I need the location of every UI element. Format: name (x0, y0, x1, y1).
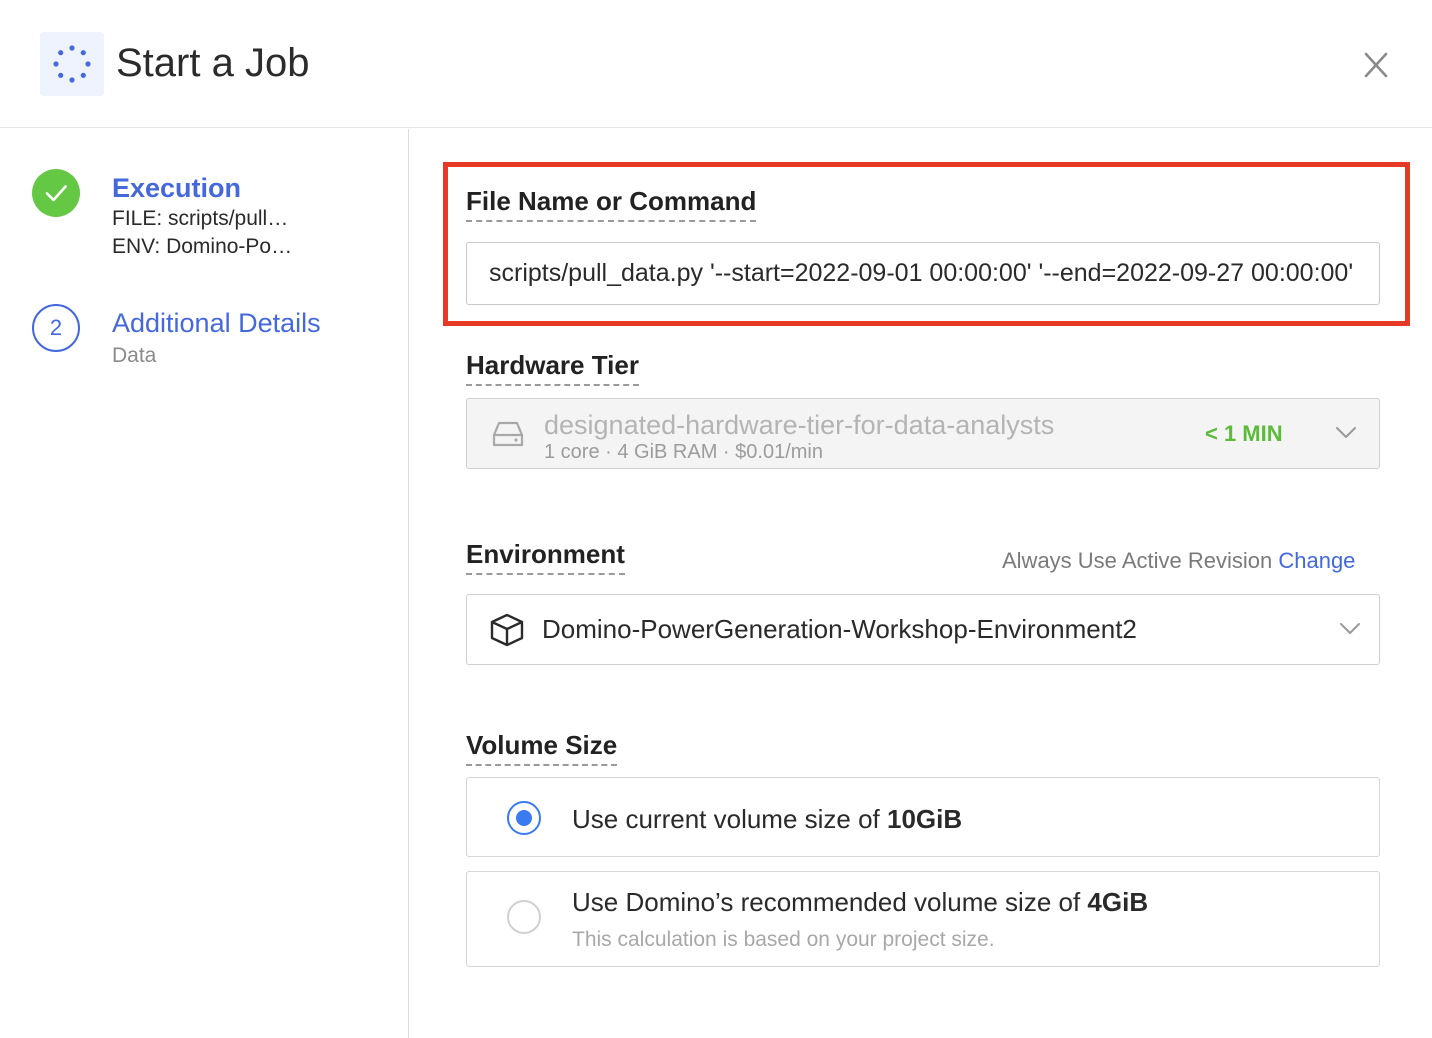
steps-sidebar: Execution FILE: scripts/pull… ENV: Domin… (0, 129, 409, 1038)
volume-recommended-text: Use Domino’s recommended volume size of (572, 887, 1088, 917)
step-execution-file: FILE: scripts/pull… (112, 207, 289, 230)
volume-current-text: Use current volume size of (572, 804, 888, 834)
cube-icon (490, 613, 524, 647)
step-number-badge: 2 (32, 304, 80, 352)
volume-current-label: Use current volume size of 10GiB (572, 802, 962, 836)
hardware-tier-label: Hardware Tier (466, 348, 639, 386)
chevron-down-icon (1336, 427, 1356, 438)
close-button[interactable] (1356, 46, 1396, 86)
dialog-header: Start a Job (0, 0, 1432, 128)
environment-revision-text: Always Use Active Revision (1002, 548, 1273, 573)
volume-option-current[interactable]: Use current volume size of 10GiB (466, 777, 1380, 857)
volume-recommended-radio[interactable] (507, 900, 541, 934)
environment-label: Environment (466, 537, 625, 575)
volume-option-recommended[interactable]: Use Domino’s recommended volume size of … (466, 871, 1380, 967)
hardware-tier-start-time: < 1 MIN (1205, 421, 1283, 446)
chevron-down-icon (1340, 623, 1360, 634)
close-icon (1364, 52, 1388, 78)
step-additional-details[interactable]: 2 Additional Details Data (0, 304, 409, 384)
hard-drive-icon (492, 421, 524, 447)
command-label: File Name or Command (466, 184, 757, 222)
step-additional-details-title[interactable]: Additional Details (112, 306, 321, 340)
volume-recommended-hint: This calculation is based on your projec… (572, 928, 995, 951)
command-input[interactable] (466, 242, 1380, 305)
volume-size-label: Volume Size (466, 728, 618, 766)
check-circle-icon (32, 169, 80, 217)
environment-change-link[interactable]: Change (1278, 548, 1355, 573)
hardware-tier-specs: 1 core · 4 GiB RAM · $0.01/min (544, 441, 823, 463)
job-spinner-icon (40, 32, 104, 96)
volume-recommended-label: Use Domino’s recommended volume size of … (572, 885, 1148, 919)
hardware-tier-select[interactable]: designated-hardware-tier-for-data-analys… (466, 398, 1380, 469)
volume-current-size: 10GiB (887, 804, 963, 834)
step-execution-env: ENV: Domino-Po… (112, 235, 293, 258)
volume-current-radio[interactable] (507, 801, 541, 835)
volume-recommended-size: 4GiB (1087, 887, 1149, 917)
environment-revision: Always Use Active Revision Change (1002, 547, 1355, 575)
environment-select[interactable]: Domino-PowerGeneration-Workshop-Environm… (466, 594, 1380, 665)
step-execution-title[interactable]: Execution (112, 171, 241, 205)
step-execution[interactable]: Execution FILE: scripts/pull… ENV: Domin… (0, 169, 409, 279)
dialog-title: Start a Job (116, 41, 310, 85)
environment-selected: Domino-PowerGeneration-Workshop-Environm… (542, 614, 1137, 644)
step-additional-details-sub: Data (112, 344, 157, 367)
hardware-tier-name: designated-hardware-tier-for-data-analys… (544, 410, 1055, 440)
